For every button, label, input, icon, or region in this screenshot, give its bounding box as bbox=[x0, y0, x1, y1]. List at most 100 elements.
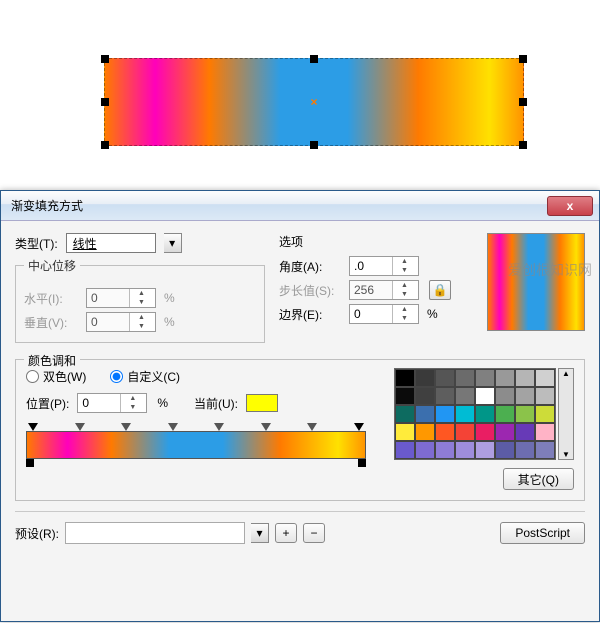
palette-swatch[interactable] bbox=[395, 387, 415, 405]
palette-swatch[interactable] bbox=[475, 441, 495, 459]
center-marker[interactable]: × bbox=[310, 95, 317, 109]
palette-swatch[interactable] bbox=[455, 369, 475, 387]
gradient-stop-marker[interactable] bbox=[168, 423, 178, 431]
border-unit: % bbox=[427, 307, 438, 321]
gradient-stop-marker[interactable] bbox=[214, 423, 224, 431]
gradient-color-stop[interactable] bbox=[358, 459, 366, 467]
palette-swatch[interactable] bbox=[515, 405, 535, 423]
step-lock-button[interactable]: 🔒 bbox=[429, 280, 451, 300]
custom-radio[interactable]: 自定义(C) bbox=[110, 368, 180, 385]
palette-swatch[interactable] bbox=[515, 423, 535, 441]
current-color-swatch[interactable] bbox=[246, 394, 278, 412]
resize-handle-tm[interactable] bbox=[310, 55, 318, 63]
gradient-stop-marker[interactable] bbox=[307, 423, 317, 431]
gradient-stops-top[interactable] bbox=[26, 419, 366, 431]
gradient-stop-marker[interactable] bbox=[261, 423, 271, 431]
palette-swatch[interactable] bbox=[535, 387, 555, 405]
position-label: 位置(P): bbox=[26, 395, 69, 412]
palette-swatch[interactable] bbox=[415, 405, 435, 423]
palette-swatch[interactable] bbox=[495, 387, 515, 405]
resize-handle-mr[interactable] bbox=[519, 98, 527, 106]
selected-gradient-rectangle[interactable]: × bbox=[104, 58, 524, 146]
palette-swatch[interactable] bbox=[495, 405, 515, 423]
palette-swatch[interactable] bbox=[395, 405, 415, 423]
vertical-label: 垂直(V): bbox=[24, 314, 80, 331]
palette-swatch[interactable] bbox=[495, 423, 515, 441]
plus-icon: + bbox=[282, 526, 289, 540]
palette-swatch[interactable] bbox=[435, 423, 455, 441]
palette-swatch[interactable] bbox=[475, 387, 495, 405]
palette-swatch[interactable] bbox=[415, 441, 435, 459]
resize-handle-tl[interactable] bbox=[101, 55, 109, 63]
palette-swatch[interactable] bbox=[435, 405, 455, 423]
horizontal-input: ▲▼ bbox=[86, 288, 156, 308]
angle-value[interactable] bbox=[350, 257, 392, 275]
palette-scrollbar[interactable]: ▲▼ bbox=[558, 368, 574, 460]
dialog-titlebar[interactable]: 渐变填充方式 x bbox=[1, 191, 599, 221]
center-offset-legend: 中心位移 bbox=[24, 257, 80, 274]
resize-handle-tr[interactable] bbox=[519, 55, 527, 63]
resize-handle-br[interactable] bbox=[519, 141, 527, 149]
two-color-radio[interactable]: 双色(W) bbox=[26, 368, 86, 385]
palette-swatch[interactable] bbox=[395, 423, 415, 441]
position-value[interactable] bbox=[78, 394, 120, 412]
watermark-text: 爱创根知识网 bbox=[508, 260, 592, 280]
palette-swatch[interactable] bbox=[535, 369, 555, 387]
scroll-up-icon[interactable]: ▲ bbox=[562, 369, 570, 378]
gradient-stop-marker[interactable] bbox=[75, 423, 85, 431]
palette-swatch[interactable] bbox=[535, 405, 555, 423]
resize-handle-bm[interactable] bbox=[310, 141, 318, 149]
palette-swatch[interactable] bbox=[515, 387, 535, 405]
custom-label: 自定义(C) bbox=[127, 368, 180, 385]
gradient-stop-marker[interactable] bbox=[354, 423, 364, 431]
border-spinner[interactable]: ▲▼ bbox=[392, 305, 416, 323]
palette-swatch[interactable] bbox=[515, 369, 535, 387]
palette-swatch[interactable] bbox=[455, 387, 475, 405]
palette-swatch[interactable] bbox=[495, 441, 515, 459]
scroll-down-icon[interactable]: ▼ bbox=[562, 450, 570, 459]
border-value[interactable] bbox=[350, 305, 392, 323]
palette-swatch[interactable] bbox=[515, 441, 535, 459]
type-select-dropdown[interactable]: ▾ bbox=[164, 233, 182, 253]
palette-swatch[interactable] bbox=[495, 369, 515, 387]
color-palette[interactable] bbox=[394, 368, 556, 460]
other-colors-button[interactable]: 其它(Q) bbox=[503, 468, 574, 490]
angle-spinner[interactable]: ▲▼ bbox=[392, 257, 416, 275]
border-input[interactable]: ▲▼ bbox=[349, 304, 419, 324]
gradient-color-stop[interactable] bbox=[26, 459, 34, 467]
palette-swatch[interactable] bbox=[535, 441, 555, 459]
preset-dropdown[interactable]: ▾ bbox=[251, 523, 269, 543]
close-button[interactable]: x bbox=[547, 196, 593, 216]
palette-swatch[interactable] bbox=[415, 369, 435, 387]
gradient-bar[interactable] bbox=[26, 431, 366, 459]
gradient-stop-marker[interactable] bbox=[28, 423, 38, 431]
type-select[interactable]: 线性 bbox=[66, 233, 156, 253]
position-spinner[interactable]: ▲▼ bbox=[120, 394, 144, 412]
palette-swatch[interactable] bbox=[475, 423, 495, 441]
gradient-stop-marker[interactable] bbox=[121, 423, 131, 431]
palette-swatch[interactable] bbox=[395, 369, 415, 387]
resize-handle-bl[interactable] bbox=[101, 141, 109, 149]
palette-swatch[interactable] bbox=[415, 423, 435, 441]
position-input[interactable]: ▲▼ bbox=[77, 393, 147, 413]
gradient-stops-bottom[interactable] bbox=[26, 459, 366, 469]
palette-swatch[interactable] bbox=[415, 387, 435, 405]
palette-swatch[interactable] bbox=[435, 441, 455, 459]
palette-swatch[interactable] bbox=[475, 405, 495, 423]
palette-swatch[interactable] bbox=[395, 441, 415, 459]
palette-swatch[interactable] bbox=[535, 423, 555, 441]
gradient-editor[interactable] bbox=[26, 419, 366, 469]
preset-select[interactable] bbox=[65, 522, 245, 544]
palette-swatch[interactable] bbox=[455, 441, 475, 459]
palette-swatch[interactable] bbox=[435, 369, 455, 387]
palette-swatch[interactable] bbox=[435, 387, 455, 405]
preset-add-button[interactable]: + bbox=[275, 523, 297, 543]
palette-swatch[interactable] bbox=[455, 423, 475, 441]
palette-swatch[interactable] bbox=[455, 405, 475, 423]
chevron-down-icon: ▾ bbox=[169, 236, 175, 250]
angle-input[interactable]: ▲▼ bbox=[349, 256, 419, 276]
resize-handle-ml[interactable] bbox=[101, 98, 109, 106]
palette-swatch[interactable] bbox=[475, 369, 495, 387]
postscript-button[interactable]: PostScript bbox=[500, 522, 585, 544]
preset-remove-button[interactable]: − bbox=[303, 523, 325, 543]
